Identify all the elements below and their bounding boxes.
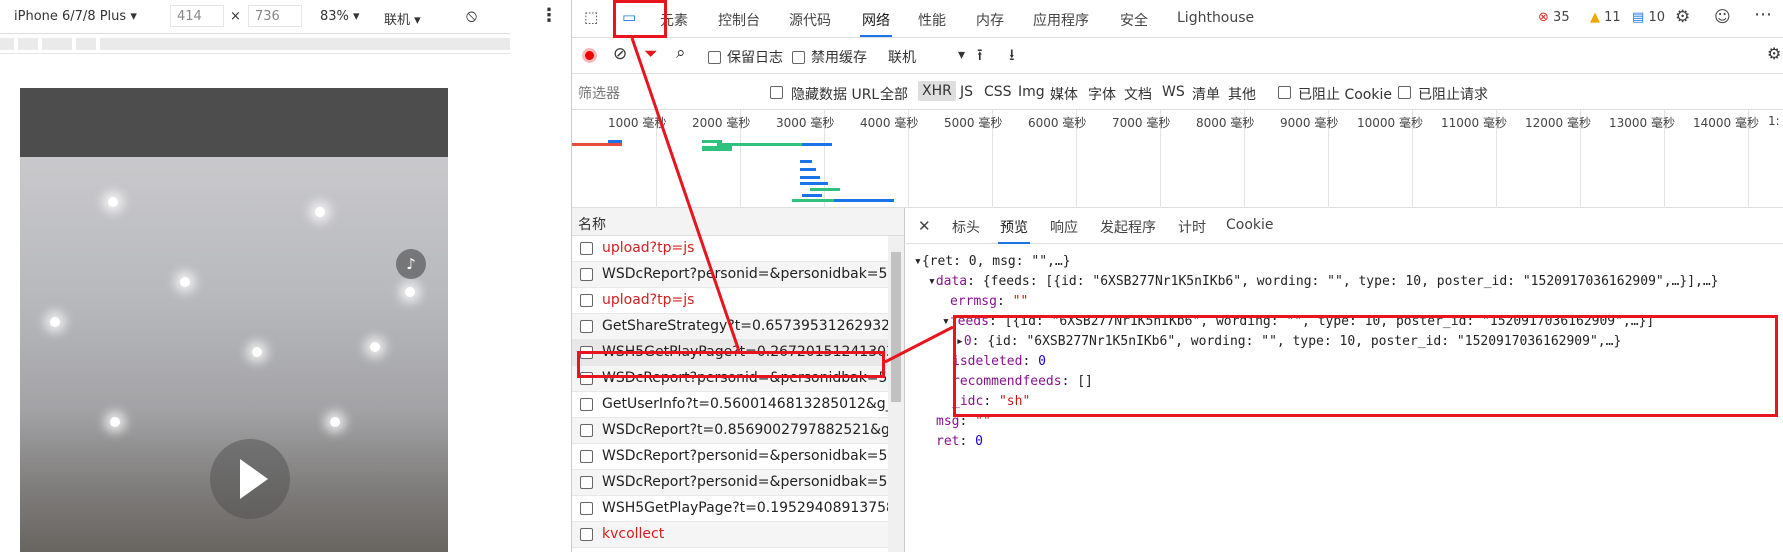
annotation-arrows — [630, 37, 954, 364]
